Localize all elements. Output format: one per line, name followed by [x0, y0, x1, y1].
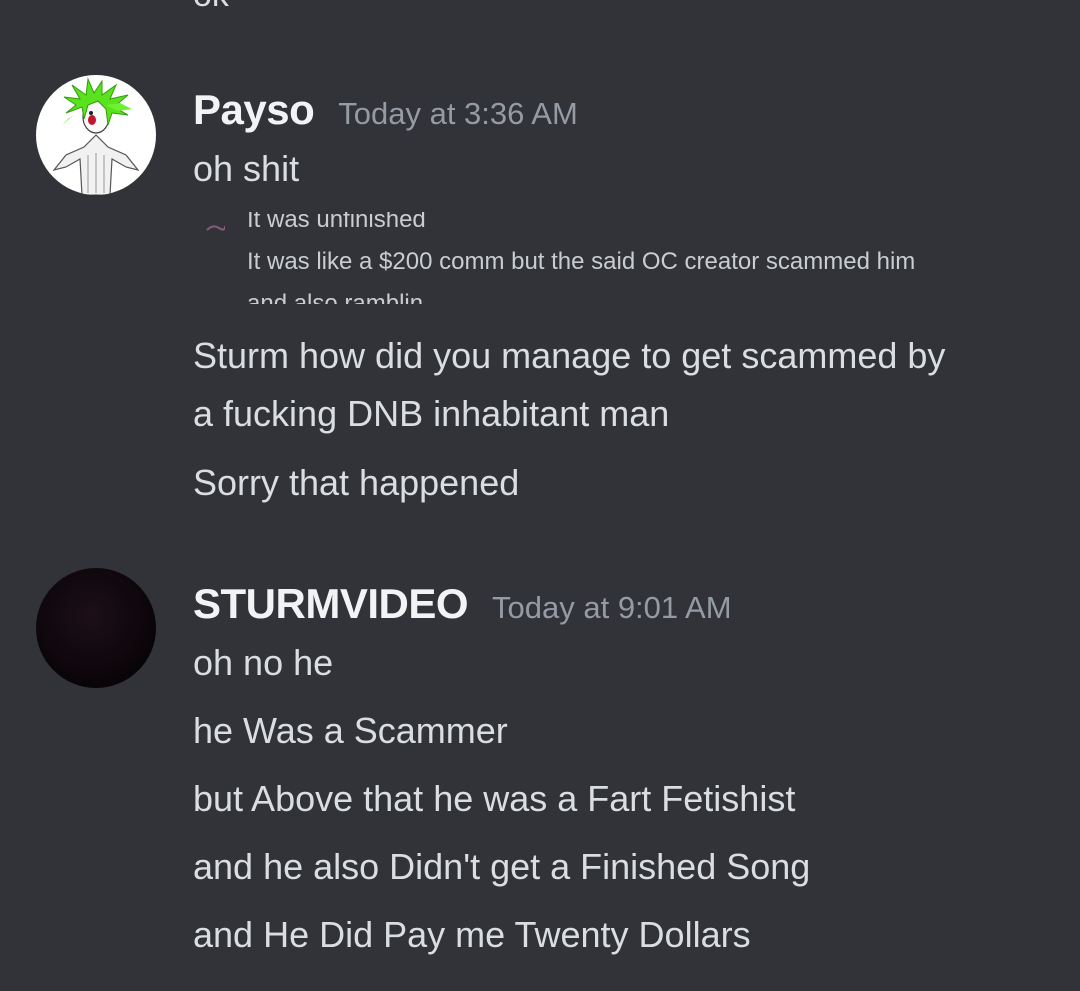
- message-text: Sturm how did you manage to get scammed …: [193, 335, 946, 376]
- green-haired-character-icon: [36, 75, 156, 195]
- message-text: he Was a Scammer: [193, 710, 508, 751]
- timestamp: Today at 9:01 AM: [492, 590, 732, 625]
- avatar-sturmvideo[interactable]: [36, 568, 156, 688]
- message-text: but Above that he was a Fart Fetishist: [193, 778, 796, 819]
- avatar-payso[interactable]: [36, 75, 156, 195]
- message-header: Payso Today at 3:36 AM: [193, 86, 578, 134]
- message-text: and he also Didn't get a Finished Song: [193, 846, 811, 887]
- previous-message-fragment: ok: [193, 0, 229, 12]
- username[interactable]: Payso: [193, 86, 315, 134]
- dark-avatar-icon: [36, 568, 156, 688]
- message-text: a fucking DNB inhabitant man: [193, 393, 670, 434]
- message-text: oh no he: [193, 642, 334, 683]
- message-text: oh shit: [193, 148, 300, 189]
- username[interactable]: STURMVIDEO: [193, 580, 469, 628]
- message-text: and He Did Pay me Twenty Dollars: [193, 914, 751, 955]
- message-text: Sorry that happened: [193, 462, 520, 503]
- embedded-text-cut-bottom: and also ramblin: [247, 290, 424, 305]
- message-header: STURMVIDEO Today at 9:01 AM: [193, 580, 732, 628]
- tiny-avatar-icon: [206, 225, 225, 231]
- timestamp: Today at 3:36 AM: [338, 96, 578, 131]
- embedded-screenshot-image[interactable]: It was unfinished It was like a $200 com…: [193, 212, 993, 304]
- embedded-text-cut-top: It was unfinished: [247, 212, 426, 233]
- embedded-text-main: It was like a $200 comm but the said OC …: [247, 248, 916, 275]
